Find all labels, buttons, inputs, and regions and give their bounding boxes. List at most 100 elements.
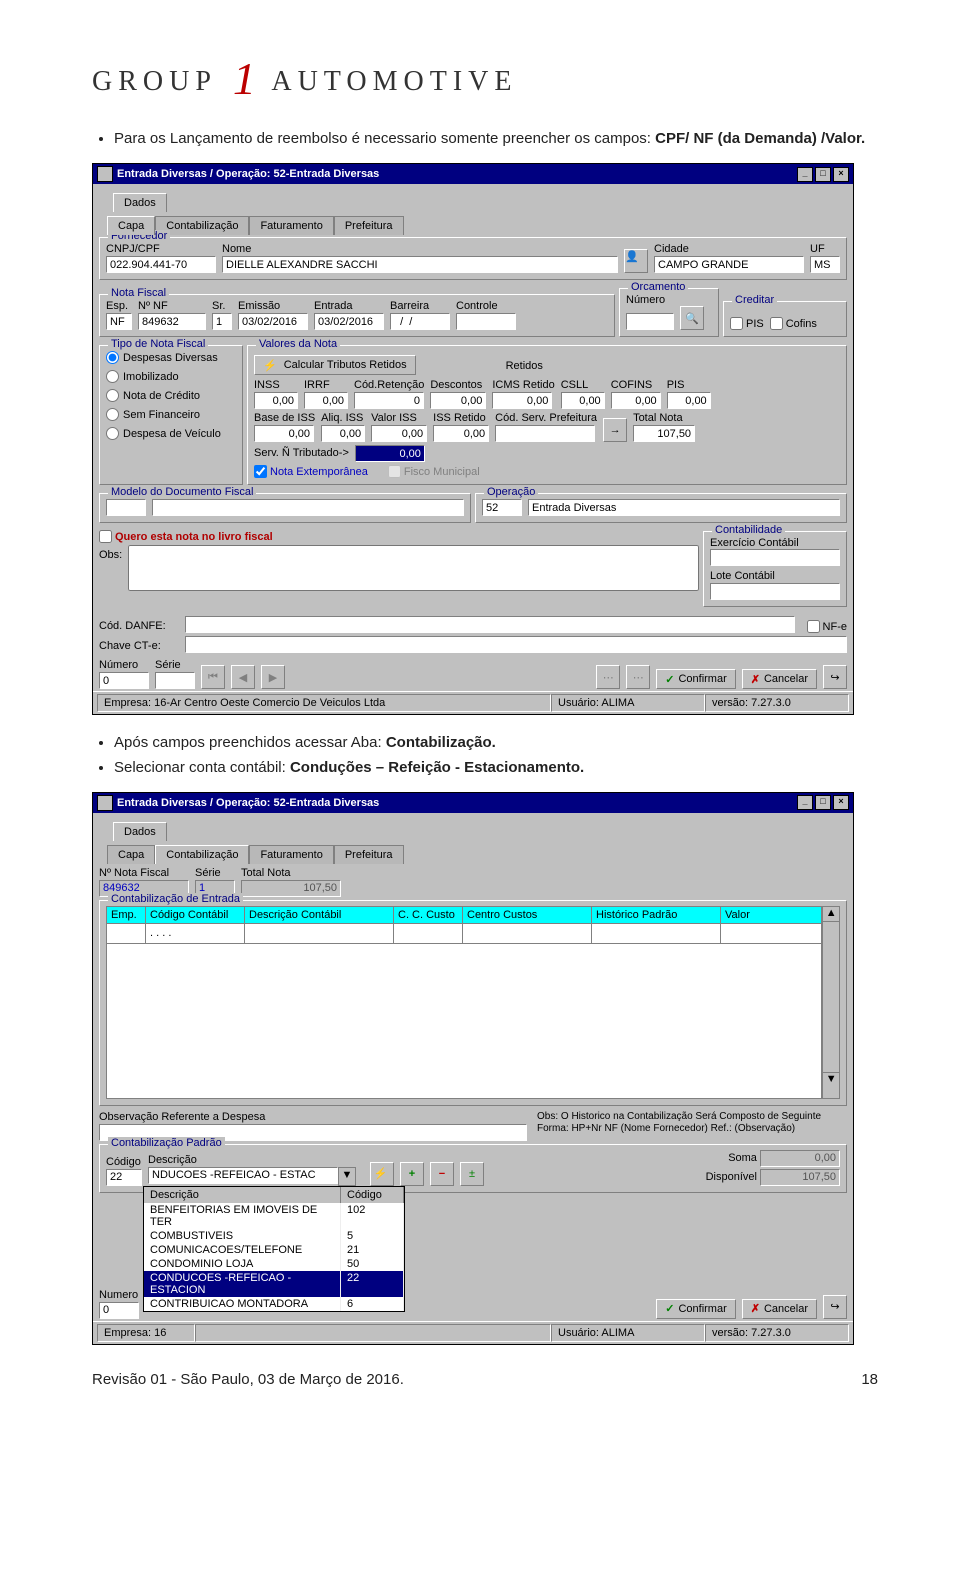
- screenshot-capa: Entrada Diversas / Operação: 52-Entrada …: [92, 163, 854, 715]
- modelo-cod-input[interactable]: [106, 499, 146, 516]
- scrollbar[interactable]: ▲ ▼: [822, 906, 840, 1099]
- inss-input[interactable]: [254, 392, 298, 409]
- oper-desc-input[interactable]: [528, 499, 840, 516]
- sr-input[interactable]: [212, 313, 232, 330]
- radio-despesas[interactable]: [106, 351, 119, 364]
- emissao-input[interactable]: [238, 313, 308, 330]
- tab-dados[interactable]: Dados: [113, 822, 167, 841]
- entrada-input[interactable]: [314, 313, 384, 330]
- exit-icon[interactable]: ↪: [823, 665, 847, 689]
- radio-sem-financeiro[interactable]: [106, 408, 119, 421]
- base-iss-input[interactable]: [254, 425, 314, 442]
- pis-checkbox[interactable]: [730, 317, 743, 330]
- list-item[interactable]: COMBUSTIVEIS5: [144, 1229, 404, 1243]
- cancelar-button[interactable]: ✗Cancelar: [742, 1299, 817, 1319]
- codret-input[interactable]: [354, 392, 424, 409]
- cofins-checkbox[interactable]: [770, 317, 783, 330]
- dropdown-toggle[interactable]: ▼: [338, 1167, 356, 1186]
- danfe-input[interactable]: [185, 616, 795, 633]
- cofins-ret-input[interactable]: [611, 392, 661, 409]
- calcular-tributos-button[interactable]: Calcular Tributos Retidos: [254, 355, 416, 375]
- cpadrao-dropdown[interactable]: DescriçãoCódigo BENFEITORIAS EM IMOVEIS …: [143, 1186, 405, 1312]
- tab-faturamento[interactable]: Faturamento: [249, 216, 333, 235]
- status-usuario: Usuário: ALIMA: [551, 694, 705, 712]
- csll-input[interactable]: [561, 392, 605, 409]
- plus-icon[interactable]: +: [400, 1162, 424, 1186]
- tab-prefeitura[interactable]: Prefeitura: [334, 845, 404, 864]
- list-item[interactable]: CONTRIBUICAO MONTADORA6: [144, 1297, 404, 1311]
- icms-input[interactable]: [492, 392, 552, 409]
- minimize-button[interactable]: _: [797, 795, 813, 810]
- cpadrao-desc-input[interactable]: [148, 1167, 338, 1184]
- nrnf-input[interactable]: [138, 313, 206, 330]
- exercicio-input[interactable]: [710, 549, 840, 566]
- pis-ret-input[interactable]: [667, 392, 711, 409]
- tab-capa[interactable]: Capa: [107, 845, 155, 864]
- tab-capa[interactable]: Capa: [107, 216, 155, 235]
- bolt-icon[interactable]: [370, 1162, 394, 1186]
- radio-imobilizado[interactable]: [106, 370, 119, 383]
- person-icon[interactable]: 👤: [624, 249, 648, 273]
- serv-nt-input[interactable]: [355, 445, 425, 462]
- esp-input[interactable]: [106, 313, 132, 330]
- nfe-checkbox[interactable]: [807, 620, 820, 633]
- tool-2-icon[interactable]: ⋯: [626, 665, 650, 689]
- nome-input[interactable]: [222, 256, 618, 273]
- exit-icon[interactable]: ↪: [823, 1295, 847, 1319]
- arrow-right-icon[interactable]: [603, 418, 627, 442]
- tab-contabilizacao[interactable]: Contabilização: [155, 845, 249, 864]
- contab-grid[interactable]: Emp. Código Contábil Descrição Contábil …: [106, 906, 822, 1099]
- list-item[interactable]: BENFEITORIAS EM IMOVEIS DE TER102: [144, 1203, 404, 1229]
- numero-input[interactable]: [99, 672, 149, 689]
- barreira-input[interactable]: [390, 313, 450, 330]
- cte-input[interactable]: [185, 636, 847, 653]
- cnpj-input[interactable]: [106, 256, 216, 273]
- oper-cod-input[interactable]: [482, 499, 522, 516]
- aliq-iss-input[interactable]: [321, 425, 365, 442]
- desc-input[interactable]: [430, 392, 486, 409]
- maximize-button[interactable]: □: [815, 795, 831, 810]
- confirmar-button[interactable]: ✓Confirmar: [656, 669, 736, 689]
- quero-livro-checkbox[interactable]: [99, 530, 112, 543]
- table-row[interactable]: . . . .: [107, 923, 822, 943]
- total-nota-input[interactable]: [633, 425, 695, 442]
- controle-input[interactable]: [456, 313, 516, 330]
- tab-faturamento[interactable]: Faturamento: [249, 845, 333, 864]
- cod-serv-input[interactable]: [495, 425, 595, 442]
- maximize-button[interactable]: □: [815, 167, 831, 182]
- radio-despesa-veiculo[interactable]: [106, 427, 119, 440]
- cancelar-button[interactable]: ✗Cancelar: [742, 669, 817, 689]
- screenshot-contabilizacao: Entrada Diversas / Operação: 52-Entrada …: [92, 792, 854, 1345]
- tab-prefeitura[interactable]: Prefeitura: [334, 216, 404, 235]
- cpadrao-codigo-input[interactable]: [106, 1169, 142, 1186]
- nav-prev-icon[interactable]: ◀: [231, 665, 255, 689]
- notaext-checkbox[interactable]: [254, 465, 267, 478]
- tool-1-icon[interactable]: ⋯: [596, 665, 620, 689]
- tab-dados[interactable]: Dados: [113, 193, 167, 212]
- minus-icon[interactable]: −: [430, 1162, 454, 1186]
- close-button[interactable]: ×: [833, 167, 849, 182]
- irrf-input[interactable]: [304, 392, 348, 409]
- obs-textarea[interactable]: [128, 545, 699, 591]
- orc-lookup-icon[interactable]: 🔍: [680, 306, 704, 330]
- confirmar-button[interactable]: ✓Confirmar: [656, 1299, 736, 1319]
- plusminus-icon[interactable]: ±: [460, 1162, 484, 1186]
- valor-iss-input[interactable]: [371, 425, 427, 442]
- serie-input[interactable]: [155, 672, 195, 689]
- iss-retido-input[interactable]: [433, 425, 489, 442]
- numero-input2[interactable]: [99, 1302, 139, 1319]
- nav-next-icon[interactable]: ▶: [261, 665, 285, 689]
- lote-input[interactable]: [710, 583, 840, 600]
- modelo-desc-input[interactable]: [152, 499, 464, 516]
- orc-num-input[interactable]: [626, 313, 674, 330]
- nav-first-icon[interactable]: ⏮: [201, 665, 225, 689]
- uf-input[interactable]: [810, 256, 840, 273]
- list-item[interactable]: CONDOMINIO LOJA50: [144, 1257, 404, 1271]
- cidade-input[interactable]: [654, 256, 804, 273]
- disponivel-readonly: [760, 1169, 840, 1186]
- radio-nota-credito[interactable]: [106, 389, 119, 402]
- list-item-selected[interactable]: CONDUCOES -REFEICAO - ESTACION22: [144, 1271, 404, 1297]
- list-item[interactable]: COMUNICACOES/TELEFONE21: [144, 1243, 404, 1257]
- minimize-button[interactable]: _: [797, 167, 813, 182]
- close-button[interactable]: ×: [833, 795, 849, 810]
